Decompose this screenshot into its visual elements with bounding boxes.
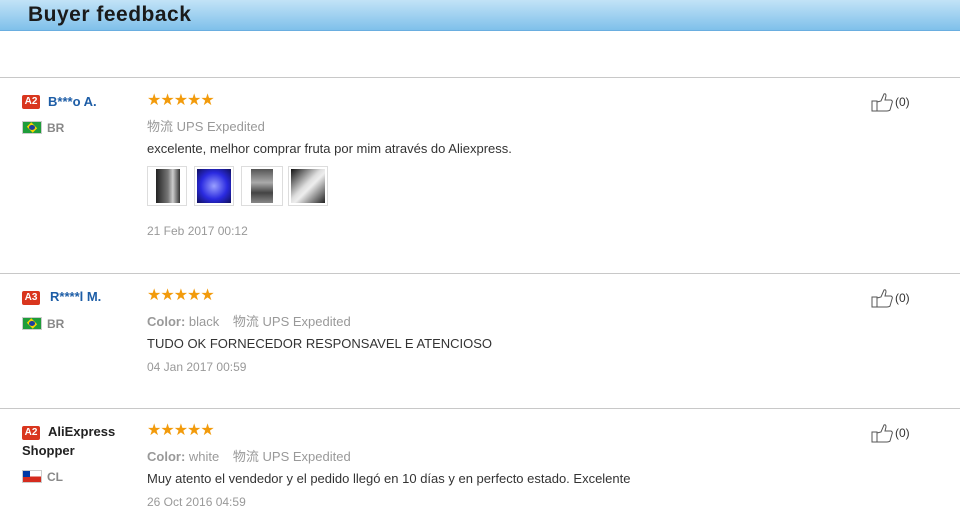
buyer-name-link[interactable]: B***o A. bbox=[48, 94, 97, 109]
like-count: (0) bbox=[895, 426, 910, 440]
shipping-value: UPS Expedited bbox=[262, 314, 351, 329]
shipping-value: UPS Expedited bbox=[176, 119, 265, 134]
color-value: black bbox=[188, 314, 220, 329]
buyer-country: BR bbox=[47, 121, 65, 135]
review-item: A2 AliExpress Shopper CL ★★★★★ Color: wh… bbox=[0, 409, 960, 522]
shipping-label: 物流 bbox=[232, 449, 259, 464]
section-header: Buyer feedback bbox=[0, 0, 960, 31]
review-photo-thumbnail[interactable] bbox=[194, 166, 234, 206]
rating-stars: ★★★★★ bbox=[147, 287, 215, 304]
review-photo-thumbnail[interactable] bbox=[241, 166, 283, 206]
review-text: Muy atento el vendedor y el pedido llegó… bbox=[147, 471, 631, 486]
color-label: Color: bbox=[147, 314, 186, 329]
color-label: Color: bbox=[147, 449, 186, 464]
section-title: Buyer feedback bbox=[28, 3, 192, 26]
brazil-flag-icon bbox=[22, 317, 42, 330]
order-info: Color: black 物流 UPS Expedited bbox=[147, 311, 351, 330]
brazil-flag-icon bbox=[22, 121, 42, 134]
review-text: excelente, melhor comprar fruta por mim … bbox=[147, 141, 512, 156]
buyer-country: BR bbox=[47, 317, 65, 331]
review-photo-thumbnail[interactable] bbox=[147, 166, 187, 206]
shipping-value: UPS Expedited bbox=[262, 449, 351, 464]
buyer-level-badge: A2 bbox=[22, 95, 40, 109]
shipping-label: 物流 bbox=[147, 119, 174, 134]
review-date: 26 Oct 2016 04:59 bbox=[147, 495, 246, 509]
buyer-level-badge: A3 bbox=[22, 291, 40, 305]
shipping-label: 物流 bbox=[232, 314, 259, 329]
thumbs-up-icon bbox=[871, 93, 893, 112]
color-value: white bbox=[188, 449, 220, 464]
buyer-country: CL bbox=[47, 470, 63, 484]
buyer-name: AliExpress Shopper bbox=[22, 424, 116, 458]
buyer-name-link[interactable]: R****l M. bbox=[50, 289, 101, 304]
review-item: A3 R****l M. BR ★★★★★ Color: black 物流 UP… bbox=[0, 274, 960, 408]
rating-stars: ★★★★★ bbox=[147, 92, 215, 109]
rating-stars: ★★★★★ bbox=[147, 422, 215, 439]
review-item: A2 B***o A. BR ★★★★★ 物流 UPS Expedited ex… bbox=[0, 78, 960, 273]
like-count: (0) bbox=[895, 95, 910, 109]
review-text: TUDO OK FORNECEDOR RESPONSAVEL E ATENCIO… bbox=[147, 336, 493, 351]
chile-flag-icon bbox=[22, 470, 42, 483]
review-date: 21 Feb 2017 00:12 bbox=[147, 224, 248, 238]
review-photo-thumbnail[interactable] bbox=[288, 166, 328, 206]
order-info: Color: white 物流 UPS Expedited bbox=[147, 446, 351, 465]
order-info: 物流 UPS Expedited bbox=[147, 116, 265, 135]
review-date: 04 Jan 2017 00:59 bbox=[147, 360, 247, 374]
thumbs-up-icon bbox=[871, 289, 893, 308]
like-count: (0) bbox=[895, 291, 910, 305]
thumbs-up-icon bbox=[871, 424, 893, 443]
